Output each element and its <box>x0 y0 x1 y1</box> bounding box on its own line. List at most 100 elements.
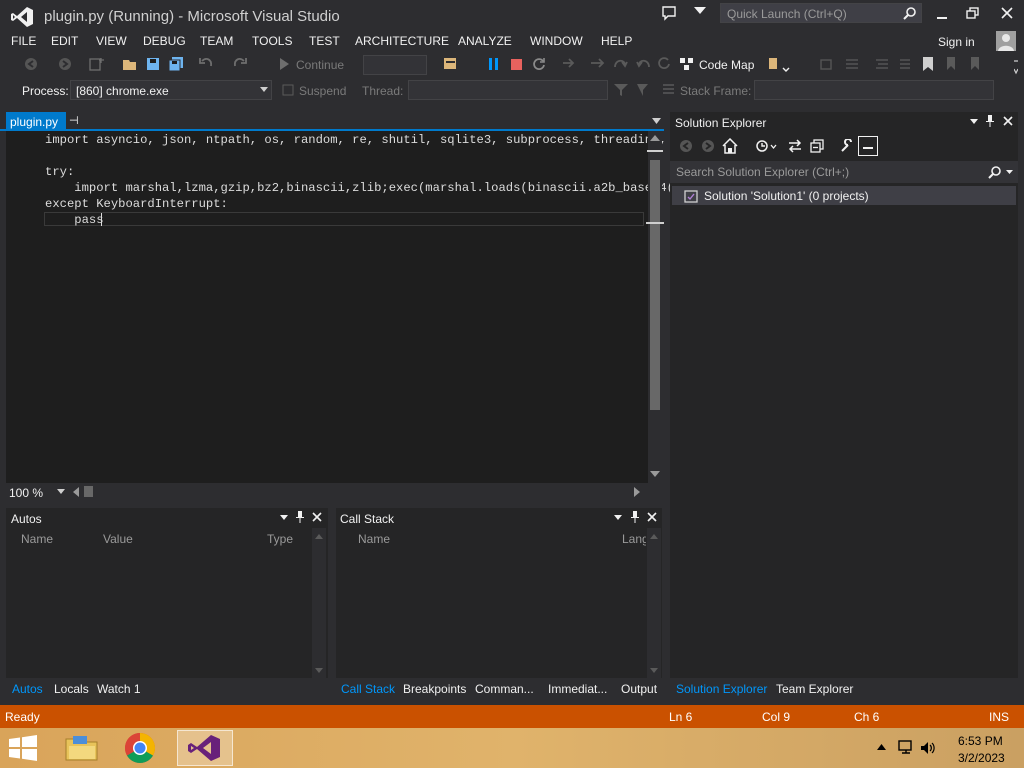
horizontal-scrollbar-thumb[interactable] <box>84 486 93 497</box>
search-options-dropdown-icon[interactable] <box>1006 170 1013 174</box>
menu-test[interactable]: TEST <box>309 34 340 48</box>
pin-icon[interactable]: ⊣ <box>69 114 79 127</box>
solution-explorer-pin-icon[interactable] <box>985 115 995 127</box>
break-all-pause-icon[interactable] <box>488 58 500 70</box>
code-line-5[interactable]: except KeyboardInterrupt: <box>45 197 228 211</box>
step-into-icon[interactable] <box>590 56 606 70</box>
zoom-dropdown-icon[interactable] <box>57 489 65 494</box>
tab-watch-1[interactable]: Watch 1 <box>97 682 141 696</box>
menu-analyze[interactable]: ANALYZE <box>458 34 512 48</box>
toolbar-extra-icon[interactable] <box>768 57 790 73</box>
tab-solution-explorer[interactable]: Solution Explorer <box>676 682 767 696</box>
menu-architecture[interactable]: ARCHITECTURE <box>355 34 449 48</box>
autos-scroll-down-icon[interactable] <box>315 668 323 673</box>
suspend-button[interactable]: Suspend <box>299 84 346 98</box>
debug-location-icon[interactable] <box>443 56 461 72</box>
volume-icon[interactable] <box>920 740 936 756</box>
menu-view[interactable]: VIEW <box>96 34 127 48</box>
navigate-back-icon[interactable] <box>24 57 38 71</box>
bookmark-prev-icon[interactable] <box>946 57 962 71</box>
call-stack-column-lang[interactable]: Lang <box>622 532 646 546</box>
solution-explorer-search[interactable]: Search Solution Explorer (Ctrl+;) <box>670 161 1018 183</box>
code-line-1[interactable]: import asyncio, json, ntpath, os, random… <box>45 133 667 147</box>
zoom-level-dropdown[interactable]: 100 % <box>9 486 43 500</box>
call-stack-pin-icon[interactable] <box>630 511 640 523</box>
call-stack-close-icon[interactable] <box>647 512 657 522</box>
bookmark-icon[interactable] <box>922 57 934 71</box>
continue-button[interactable]: Continue <box>296 58 344 72</box>
stack-frame-dropdown[interactable] <box>754 80 994 100</box>
notification-flag-icon[interactable] <box>693 6 707 20</box>
autos-scroll-up-icon[interactable] <box>315 534 323 539</box>
call-stack-scroll-down-icon[interactable] <box>650 668 658 673</box>
document-tab-plugin-py[interactable]: plugin.py ⊣ <box>6 112 79 131</box>
bookmark-next-icon[interactable] <box>970 57 986 71</box>
preview-selected-items-icon[interactable] <box>858 136 878 156</box>
scroll-left-arrow-icon[interactable] <box>73 487 79 497</box>
refresh-icon[interactable] <box>657 56 671 70</box>
solution-tree-item[interactable]: Solution 'Solution1' (0 projects) <box>672 186 1016 205</box>
menu-edit[interactable]: EDIT <box>51 34 78 48</box>
taskbar-date[interactable]: 3/2/2023 <box>958 751 1005 765</box>
tab-immediate-window[interactable]: Immediat... <box>548 682 607 696</box>
redo-icon[interactable] <box>232 55 248 71</box>
chrome-taskbar-icon[interactable] <box>115 730 165 766</box>
minimize-button[interactable] <box>932 5 952 23</box>
code-line-4[interactable]: import marshal,lzma,gzip,bz2,binascii,zl… <box>45 181 674 195</box>
collapse-all-icon[interactable] <box>810 139 824 153</box>
pending-changes-filter-icon[interactable] <box>755 139 777 153</box>
process-dropdown[interactable]: [860] chrome.exe <box>70 80 272 100</box>
sync-with-active-document-icon[interactable] <box>787 139 803 153</box>
solution-explorer-dropdown-icon[interactable] <box>970 119 978 124</box>
se-back-icon[interactable] <box>679 139 693 153</box>
undo-icon[interactable] <box>198 55 214 71</box>
tab-output[interactable]: Output <box>621 682 657 696</box>
solution-configuration-dropdown[interactable] <box>363 55 427 75</box>
autos-scrollbar[interactable] <box>312 528 326 678</box>
show-hidden-icons-arrow[interactable] <box>877 744 886 750</box>
autos-column-value[interactable]: Value <box>103 532 133 546</box>
restart-icon[interactable] <box>532 57 546 71</box>
scroll-right-arrow-icon[interactable] <box>634 487 640 497</box>
step-over-icon[interactable] <box>613 56 629 70</box>
call-stack-scrollbar[interactable] <box>647 528 661 678</box>
se-forward-icon[interactable] <box>701 139 715 153</box>
tab-autos[interactable]: Autos <box>12 682 43 696</box>
call-stack-column-name[interactable]: Name <box>358 532 390 546</box>
scroll-down-arrow-icon[interactable] <box>650 471 660 477</box>
tab-locals[interactable]: Locals <box>54 682 89 696</box>
stack-frame-icon[interactable] <box>662 83 676 97</box>
autos-dropdown-icon[interactable] <box>280 515 288 520</box>
code-line-6[interactable]: pass <box>45 213 103 227</box>
step-out-icon[interactable] <box>636 56 652 70</box>
call-stack-scroll-up-icon[interactable] <box>650 534 658 539</box>
restore-button[interactable] <box>963 5 983 23</box>
close-window-button[interactable] <box>997 5 1017 23</box>
code-map-button[interactable]: Code Map <box>699 58 754 72</box>
file-explorer-taskbar-icon[interactable] <box>57 730 107 766</box>
sign-in-link[interactable]: Sign in <box>938 35 975 49</box>
thread-dropdown[interactable] <box>408 80 608 100</box>
tab-overflow-dropdown-icon[interactable] <box>652 118 661 124</box>
search-icon[interactable] <box>903 6 917 20</box>
scroll-up-arrow-icon[interactable] <box>650 135 660 141</box>
open-file-icon[interactable] <box>122 57 140 71</box>
taskbar-time[interactable]: 6:53 PM <box>958 734 1003 748</box>
suspend-icon[interactable] <box>282 84 294 96</box>
navigate-forward-icon[interactable] <box>58 57 72 71</box>
toolbar-overflow-icon[interactable] <box>1014 57 1018 77</box>
autos-pin-icon[interactable] <box>295 511 305 523</box>
quick-launch-input[interactable]: Quick Launch (Ctrl+Q) <box>720 3 922 23</box>
solution-explorer-close-icon[interactable] <box>1003 116 1013 126</box>
show-next-statement-icon[interactable] <box>562 56 578 70</box>
network-icon[interactable] <box>898 740 914 756</box>
feedback-icon[interactable] <box>661 5 677 21</box>
user-avatar-icon[interactable] <box>996 31 1016 51</box>
menu-window[interactable]: WINDOW <box>530 34 583 48</box>
tab-team-explorer[interactable]: Team Explorer <box>776 682 853 696</box>
solution-search-icon[interactable] <box>988 165 1002 179</box>
save-all-icon[interactable] <box>168 57 184 71</box>
tab-command-window[interactable]: Comman... <box>475 682 534 696</box>
stop-debugging-icon[interactable] <box>511 59 522 70</box>
menu-debug[interactable]: DEBUG <box>143 34 186 48</box>
